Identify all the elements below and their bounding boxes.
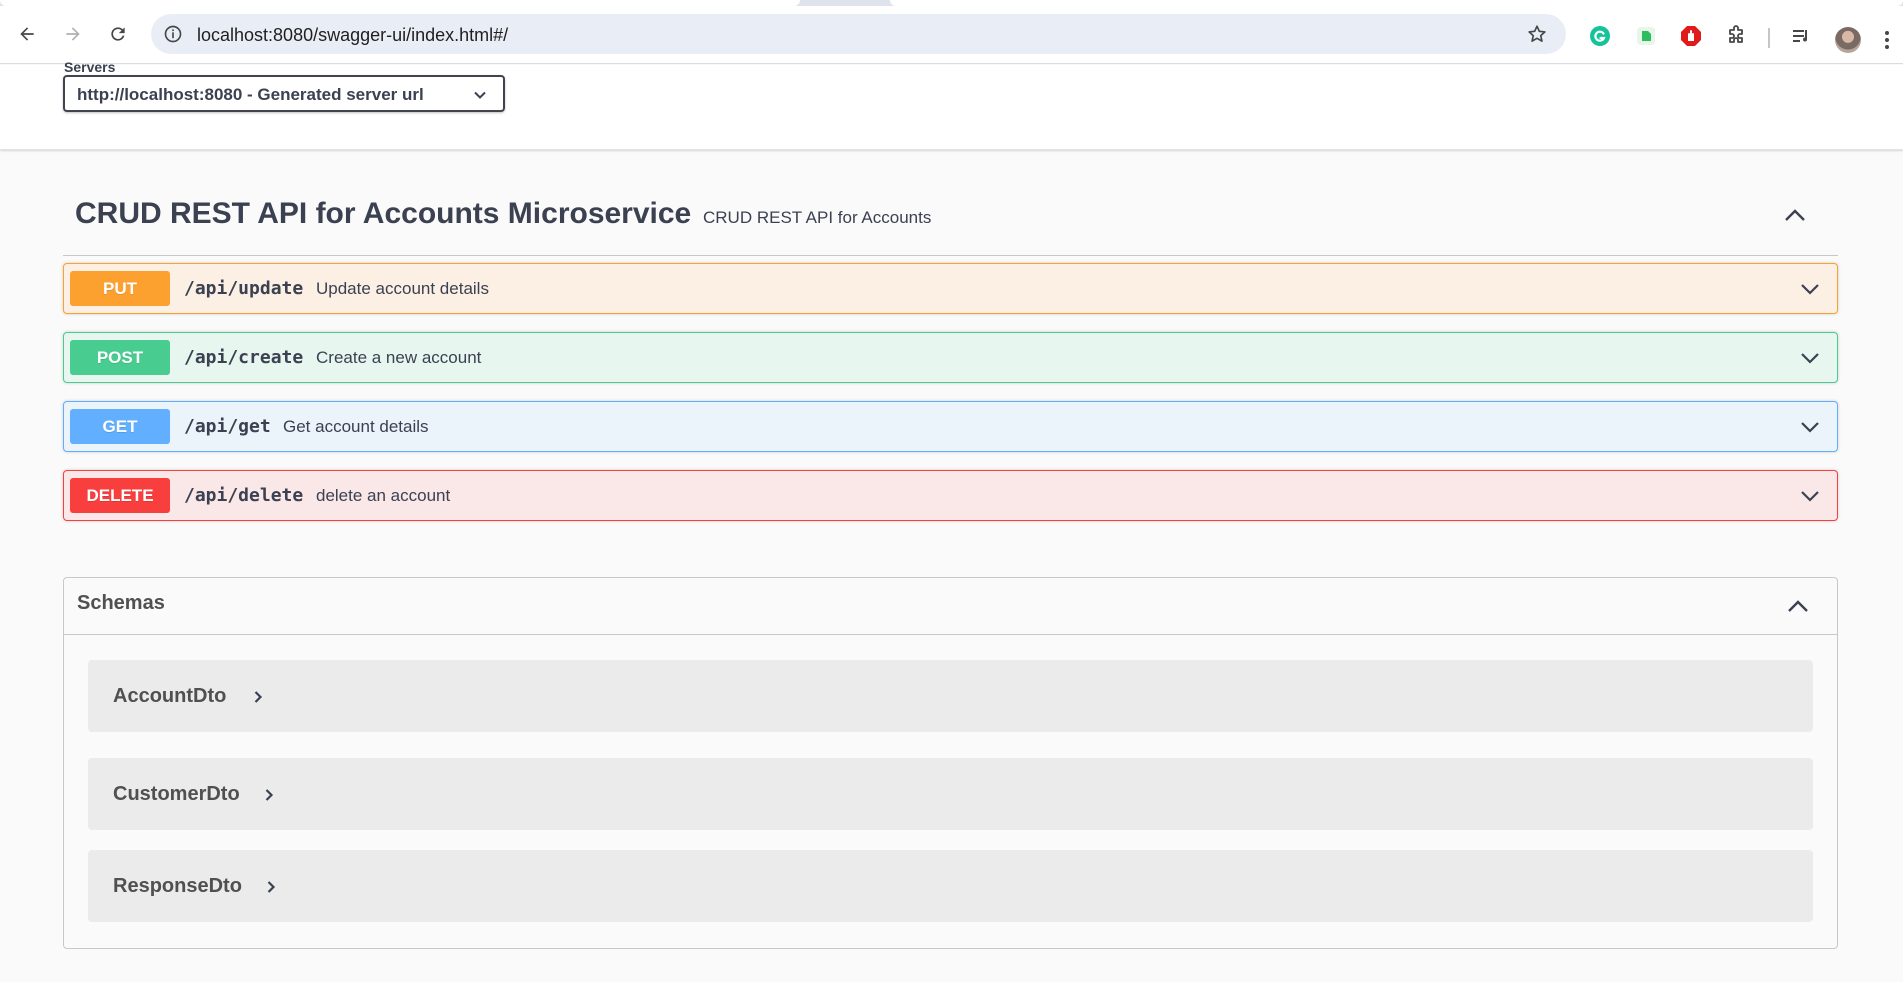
operation-path[interactable]: /api/delete xyxy=(184,485,303,506)
method-badge: PUT xyxy=(70,271,170,306)
server-select[interactable]: http://localhost:8080 - Generated server… xyxy=(63,75,505,112)
operation-path[interactable]: /api/get xyxy=(184,416,271,437)
operation-summary: Get account details xyxy=(283,417,429,436)
operation-path[interactable]: /api/update xyxy=(184,278,303,299)
operation-path[interactable]: /api/create xyxy=(184,347,303,368)
forward-button[interactable] xyxy=(59,20,87,48)
extensions-puzzle-icon[interactable] xyxy=(1723,23,1749,49)
servers-section: Servers http://localhost:8080 - Generate… xyxy=(0,59,1903,150)
method-badge: GET xyxy=(70,409,170,444)
chevron-down-icon[interactable] xyxy=(1799,278,1821,300)
toolbar-separator xyxy=(1768,28,1770,48)
more-menu-icon[interactable] xyxy=(1884,30,1890,50)
chevron-up-icon[interactable] xyxy=(1782,203,1808,229)
chevron-right-icon[interactable] xyxy=(262,788,276,802)
profile-avatar[interactable] xyxy=(1835,27,1861,53)
evernote-extension-icon[interactable] xyxy=(1633,23,1659,49)
tag-description: CRUD REST API for Accounts xyxy=(703,208,932,227)
address-bar[interactable]: localhost:8080/swagger-ui/index.html#/ xyxy=(151,14,1566,54)
operation-summary: Update account details xyxy=(316,279,489,298)
browser-toolbar: localhost:8080/swagger-ui/index.html#/ xyxy=(0,6,1903,64)
method-badge: DELETE xyxy=(70,478,170,513)
servers-title: Servers xyxy=(64,59,116,75)
tag-title[interactable]: CRUD REST API for Accounts Microservice xyxy=(75,197,691,231)
chevron-up-icon[interactable] xyxy=(1785,594,1811,620)
operation-get-get[interactable]: GET /api/get Get account details xyxy=(63,401,1838,452)
chevron-down-icon[interactable] xyxy=(1799,485,1821,507)
model-name[interactable]: ResponseDto xyxy=(113,875,242,898)
media-controls-icon[interactable] xyxy=(1789,23,1815,49)
server-select-value: http://localhost:8080 - Generated server… xyxy=(77,85,424,104)
operation-put-update[interactable]: PUT /api/update Update account details xyxy=(63,263,1838,314)
schemas-section: Schemas AccountDto CustomerDto ResponseD… xyxy=(63,577,1838,949)
chevron-right-icon[interactable] xyxy=(264,880,278,894)
model-name[interactable]: AccountDto xyxy=(113,685,226,708)
adblock-extension-icon[interactable] xyxy=(1678,23,1704,49)
operation-post-create[interactable]: POST /api/create Create a new account xyxy=(63,332,1838,383)
arrow-left-icon xyxy=(20,27,34,41)
model-customer-dto[interactable]: CustomerDto xyxy=(88,758,1813,830)
back-button[interactable] xyxy=(13,20,41,48)
chevron-down-icon xyxy=(474,91,486,99)
url-text[interactable]: localhost:8080/swagger-ui/index.html#/ xyxy=(197,25,508,46)
method-badge: POST xyxy=(70,340,170,375)
model-account-dto[interactable]: AccountDto xyxy=(88,660,1813,732)
operation-summary: Create a new account xyxy=(316,348,482,367)
schemas-header[interactable]: Schemas xyxy=(64,578,1837,635)
bookmark-star-icon[interactable] xyxy=(1526,23,1548,45)
model-response-dto[interactable]: ResponseDto xyxy=(88,850,1813,922)
arrow-right-icon xyxy=(66,27,80,41)
schemas-title[interactable]: Schemas xyxy=(77,592,165,615)
reload-button[interactable] xyxy=(104,20,132,48)
chevron-down-icon[interactable] xyxy=(1799,416,1821,438)
chevron-right-icon[interactable] xyxy=(251,690,265,704)
grammarly-extension-icon[interactable] xyxy=(1587,23,1613,49)
swagger-page: Servers http://localhost:8080 - Generate… xyxy=(0,59,1903,982)
chevron-down-icon[interactable] xyxy=(1799,347,1821,369)
model-name[interactable]: CustomerDto xyxy=(113,783,240,806)
reload-icon xyxy=(111,27,125,41)
tag-header[interactable]: CRUD REST API for Accounts Microservice … xyxy=(63,175,1838,256)
operation-summary: delete an account xyxy=(316,486,451,505)
operation-delete-delete[interactable]: DELETE /api/delete delete an account xyxy=(63,470,1838,521)
site-info-icon[interactable] xyxy=(163,24,183,44)
